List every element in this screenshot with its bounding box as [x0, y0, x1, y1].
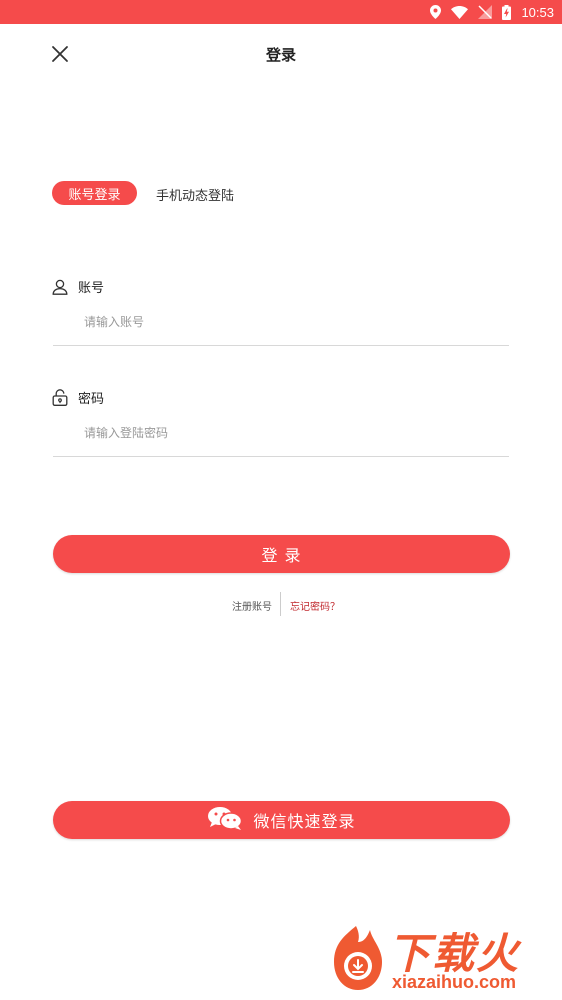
account-divider	[53, 345, 509, 346]
auxiliary-links: 注册账号 忘记密码？	[0, 592, 562, 616]
password-divider	[53, 456, 509, 457]
password-label-row: 密码	[52, 388, 104, 407]
password-label: 密码	[78, 392, 105, 407]
forgot-password-link[interactable]: 忘记密码？	[290, 598, 340, 613]
wechat-login-label: 微信快速登录	[253, 812, 356, 831]
wifi-icon	[451, 5, 469, 19]
status-time: 10:53	[521, 4, 554, 20]
register-link[interactable]: 注册账号	[232, 598, 272, 613]
location-icon	[430, 5, 442, 19]
watermark-logo-icon	[334, 926, 382, 990]
wechat-login-button[interactable]: 微信快速登录	[53, 801, 510, 839]
battery-charging-icon	[502, 4, 512, 20]
password-input[interactable]	[84, 421, 504, 445]
watermark: 下载火 xiazaihuo.com	[326, 920, 556, 996]
lock-icon	[52, 389, 68, 406]
watermark-url: xiazaihuo.com	[392, 972, 517, 992]
tab-phone-login[interactable]: 手机动态登陆	[156, 185, 234, 204]
tab-account-login[interactable]: 账号登录	[52, 181, 137, 205]
account-label: 账号	[78, 281, 105, 296]
wechat-icon	[207, 806, 243, 834]
account-input[interactable]	[84, 310, 504, 334]
login-button-label: 登 录	[261, 546, 302, 565]
user-icon	[52, 279, 68, 295]
login-button[interactable]: 登 录	[53, 535, 510, 573]
link-separator	[280, 592, 281, 616]
status-bar: 10:53	[0, 0, 562, 24]
account-label-row: 账号	[52, 277, 104, 296]
page-title: 登录	[265, 46, 296, 64]
no-signal-icon	[478, 5, 493, 19]
